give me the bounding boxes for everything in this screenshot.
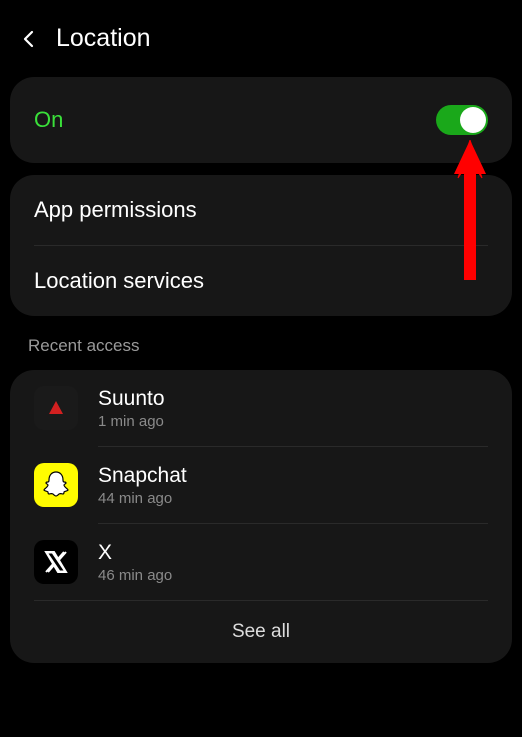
location-toggle-row[interactable]: On: [10, 77, 512, 163]
back-icon[interactable]: [20, 30, 38, 48]
recent-access-card: Suunto 1 min ago Snapchat 44 min ago: [10, 370, 512, 663]
app-permissions-item[interactable]: App permissions: [10, 175, 512, 245]
snapchat-icon: [34, 463, 78, 507]
see-all-button[interactable]: See all: [10, 601, 512, 663]
page-title: Location: [56, 24, 151, 53]
app-info: X 46 min ago: [98, 541, 172, 584]
recent-app-x[interactable]: X 46 min ago: [10, 524, 512, 600]
header: Location: [0, 0, 522, 73]
recent-app-snapchat[interactable]: Snapchat 44 min ago: [10, 447, 512, 523]
recent-access-label: Recent access: [0, 328, 522, 366]
app-info: Suunto 1 min ago: [98, 387, 165, 430]
app-time: 44 min ago: [98, 490, 187, 507]
location-toggle-card: On: [10, 77, 512, 163]
recent-app-suunto[interactable]: Suunto 1 min ago: [10, 370, 512, 446]
x-icon: [34, 540, 78, 584]
suunto-icon: [34, 386, 78, 430]
app-name: Snapchat: [98, 464, 187, 488]
location-toggle-switch[interactable]: [436, 105, 488, 135]
location-toggle-label: On: [34, 107, 63, 133]
app-name: X: [98, 541, 172, 565]
app-name: Suunto: [98, 387, 165, 411]
location-services-item[interactable]: Location services: [10, 246, 512, 316]
app-info: Snapchat 44 min ago: [98, 464, 187, 507]
settings-card: App permissions Location services: [10, 175, 512, 316]
app-time: 46 min ago: [98, 567, 172, 584]
toggle-knob: [460, 107, 486, 133]
app-time: 1 min ago: [98, 413, 165, 430]
